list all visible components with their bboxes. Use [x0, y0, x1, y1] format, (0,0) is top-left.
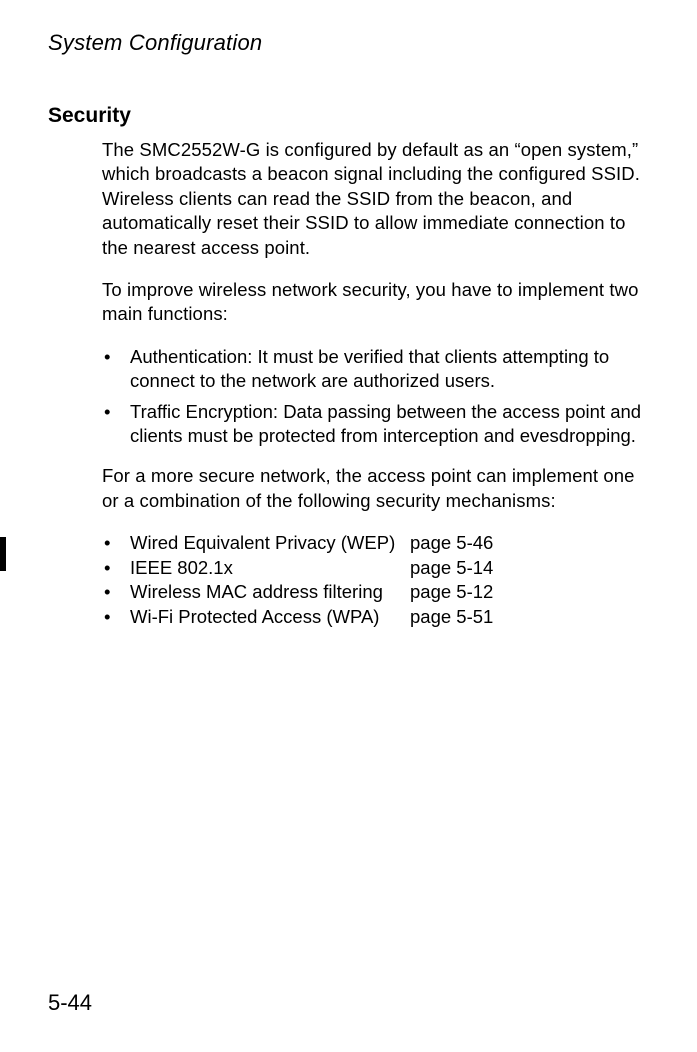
paragraph-intro: The SMC2552W-G is configured by default …	[102, 138, 647, 260]
page-number: 5-44	[48, 990, 92, 1016]
bullet-icon: •	[102, 556, 130, 580]
content-body: The SMC2552W-G is configured by default …	[102, 138, 647, 629]
list-item: • Wi-Fi Protected Access (WPA) page 5-51	[102, 605, 647, 629]
mechanism-name: Wired Equivalent Privacy (WEP)	[130, 531, 410, 555]
mechanism-name: Wireless MAC address filtering	[130, 580, 410, 604]
section-heading-security: Security	[48, 104, 649, 128]
mechanism-page-ref: page 5-12	[410, 580, 493, 604]
mechanism-name: Wi-Fi Protected Access (WPA)	[130, 605, 410, 629]
list-item-text: Authentication: It must be verified that…	[130, 345, 647, 394]
paragraph-functions-lead: To improve wireless network security, yo…	[102, 278, 647, 327]
page-edge-tab	[0, 537, 6, 571]
list-item-text: Traffic Encryption: Data passing between…	[130, 400, 647, 449]
mechanism-page-ref: page 5-14	[410, 556, 493, 580]
mechanism-page-ref: page 5-51	[410, 605, 493, 629]
mechanism-page-ref: page 5-46	[410, 531, 493, 555]
bullet-icon: •	[102, 580, 130, 604]
bullet-icon: •	[102, 531, 130, 555]
mechanism-name: IEEE 802.1x	[130, 556, 410, 580]
mechanisms-list: • Wired Equivalent Privacy (WEP) page 5-…	[102, 531, 647, 629]
list-item: • Wired Equivalent Privacy (WEP) page 5-…	[102, 531, 647, 555]
chapter-title: System Configuration	[48, 30, 649, 56]
bullet-icon: •	[102, 345, 130, 394]
paragraph-mechanisms-lead: For a more secure network, the access po…	[102, 464, 647, 513]
functions-list: • Authentication: It must be verified th…	[102, 345, 647, 449]
list-item: • Wireless MAC address filtering page 5-…	[102, 580, 647, 604]
list-item: • Authentication: It must be verified th…	[102, 345, 647, 394]
bullet-icon: •	[102, 400, 130, 449]
list-item: • Traffic Encryption: Data passing betwe…	[102, 400, 647, 449]
list-item: • IEEE 802.1x page 5-14	[102, 556, 647, 580]
bullet-icon: •	[102, 605, 130, 629]
